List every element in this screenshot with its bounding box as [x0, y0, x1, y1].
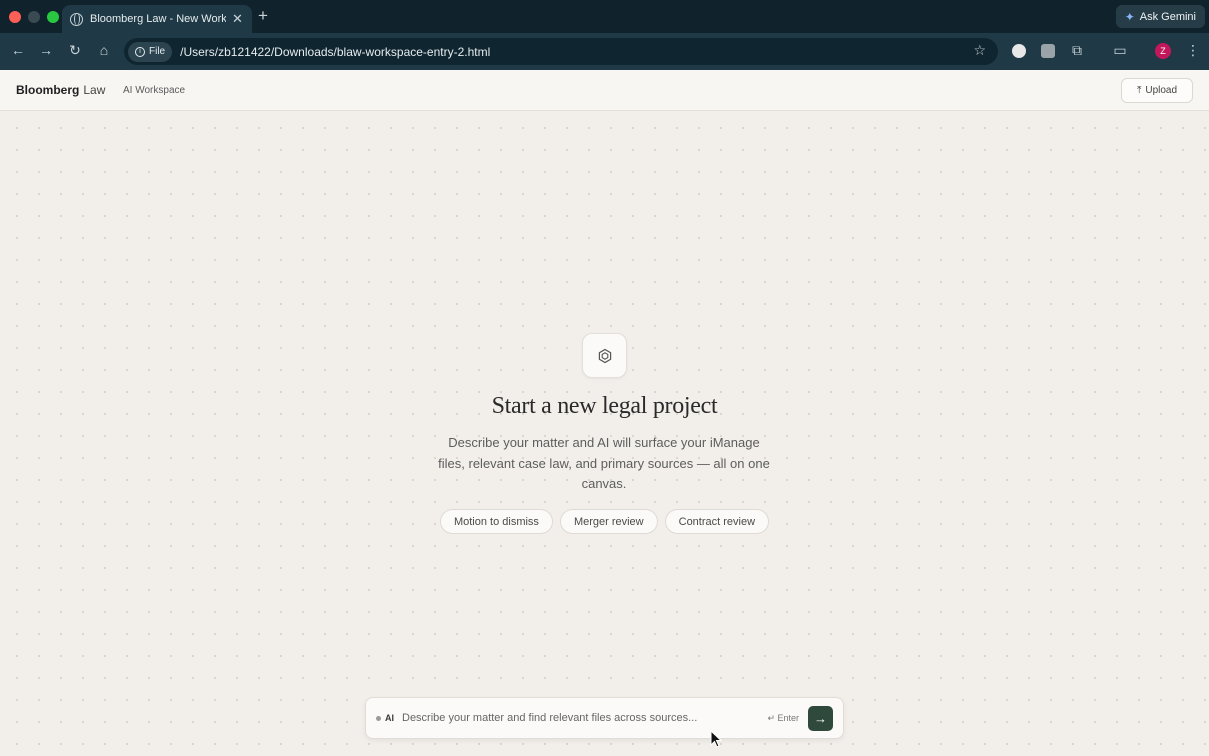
info-icon: i [135, 46, 145, 57]
subnav-ai-workspace[interactable]: AI Workspace [123, 85, 185, 96]
site-info-chip[interactable]: i File [128, 41, 173, 62]
maximize-window-button[interactable] [47, 11, 59, 23]
address-bar[interactable]: i File /Users/zb121422/Downloads/blaw-wo… [124, 38, 998, 65]
page-title: Start a new legal project [491, 393, 718, 419]
globe-icon [70, 12, 83, 26]
brand-light: Law [83, 83, 106, 97]
matter-composer: AI ↵ Enter → [365, 697, 844, 739]
extension-grammar-icon[interactable] [1041, 44, 1055, 58]
app-header: Bloomberg Law AI Workspace ⤒ Upload [0, 70, 1209, 111]
enter-hint: ↵ Enter [767, 712, 799, 723]
close-tab-icon[interactable]: ✕ [232, 11, 243, 27]
upload-label: Upload [1145, 85, 1178, 96]
ai-status-dot [376, 715, 381, 721]
browser-tab[interactable]: Bloomberg Law - New Worksp ✕ [62, 5, 252, 33]
home-icon[interactable]: ⌂ [95, 42, 113, 58]
brand-bold: Bloomberg [16, 83, 80, 97]
file-chip-label: File [149, 46, 166, 57]
profile-avatar[interactable]: Z [1155, 43, 1171, 59]
extensions-puzzle-icon[interactable]: ⧉ [1068, 42, 1086, 59]
ai-label: AI [385, 713, 394, 723]
suggestion-chip[interactable]: Merger review [559, 509, 658, 534]
upload-icon: ⤒ [1136, 85, 1142, 96]
close-window-button[interactable] [9, 11, 21, 23]
suggestion-chips: Motion to dismiss Merger review Contract… [0, 509, 1209, 534]
reading-list-icon[interactable]: ▭ [1111, 42, 1129, 59]
new-tab-button[interactable]: + [258, 6, 268, 26]
upload-button[interactable]: ⤒ Upload [1121, 78, 1193, 103]
suggestion-chip[interactable]: Contract review [664, 509, 770, 534]
ask-gemini-button[interactable]: ✦ Ask Gemini [1115, 5, 1205, 28]
browser-toolbar: ← → ↻ ⌂ i File /Users/zb121422/Downloads… [0, 33, 1209, 70]
mouse-cursor-icon [710, 730, 722, 748]
bookmark-star-icon[interactable]: ☆ [973, 42, 986, 59]
url-text[interactable]: /Users/zb121422/Downloads/blaw-workspace… [180, 45, 490, 59]
tab-title: Bloomberg Law - New Worksp [90, 13, 226, 25]
gemini-spark-icon: ✦ [1124, 9, 1135, 24]
ask-gemini-label: Ask Gemini [1139, 10, 1196, 23]
forward-arrow-icon[interactable]: → [37, 42, 55, 58]
suggestion-chip[interactable]: Motion to dismiss [439, 509, 553, 534]
back-arrow-icon[interactable]: ← [9, 42, 27, 58]
reload-icon[interactable]: ↻ [66, 42, 84, 59]
matter-input[interactable] [402, 712, 768, 724]
brand-logo[interactable]: Bloomberg Law [16, 83, 105, 97]
send-button[interactable]: → [808, 705, 833, 731]
hexagon-icon [582, 333, 627, 378]
page-description: Describe your matter and AI will surface… [438, 435, 770, 491]
workspace-canvas: Start a new legal project Describe your … [0, 111, 1209, 756]
extension-leaf-icon[interactable] [1012, 44, 1026, 58]
browser-menu-icon[interactable]: ⋮ [1186, 42, 1200, 59]
minimize-window-button[interactable] [28, 11, 40, 23]
arrow-right-icon: → [814, 710, 827, 726]
browser-tab-bar: Bloomberg Law - New Worksp ✕ + ✦ Ask Gem… [0, 0, 1209, 33]
